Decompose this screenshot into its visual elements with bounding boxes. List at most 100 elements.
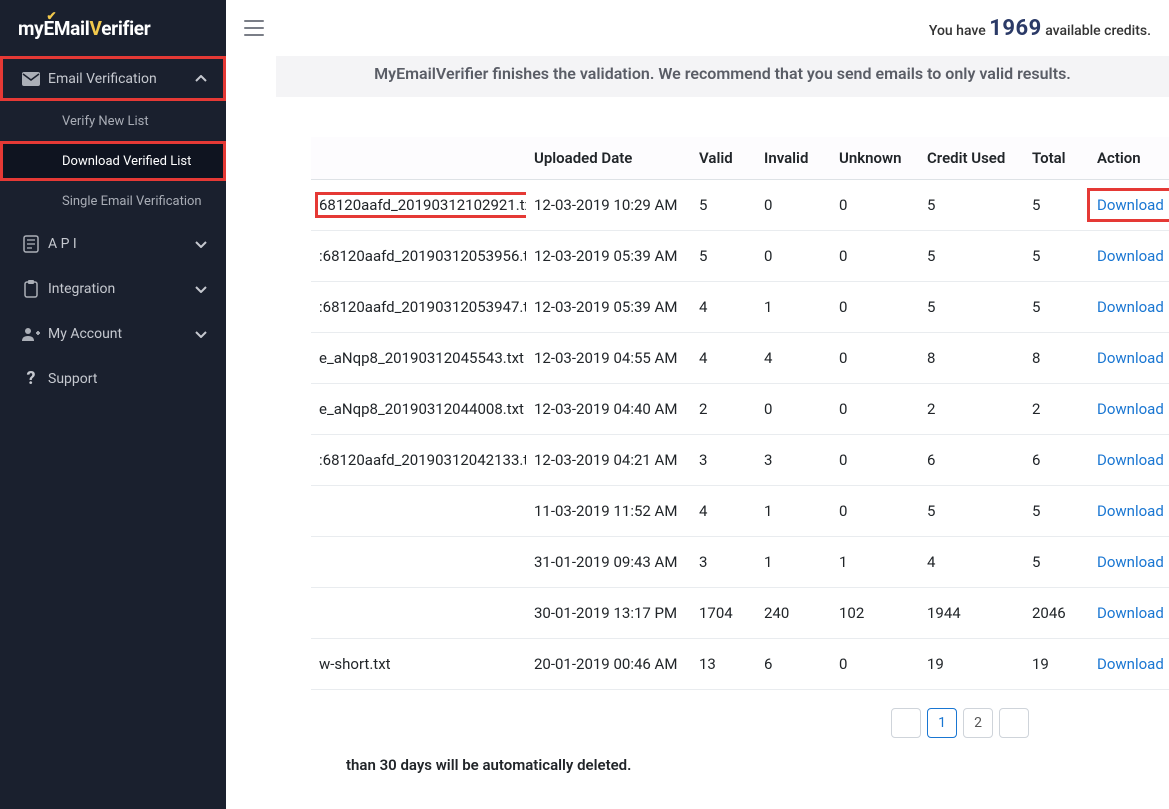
cell-total: 2046 [1024,588,1089,639]
table-row: :68120aafd_20190312053947.txt12-03-2019 … [311,282,1169,333]
cell-credit: 2 [919,384,1024,435]
cell-total: 19 [1024,639,1089,690]
table-row: 11-03-2019 11:52 AM41055Download [311,486,1169,537]
cell-invalid: 6 [756,639,831,690]
download-link[interactable]: Download [1097,553,1164,571]
download-link[interactable]: Download [1097,196,1164,214]
th-unknown: Unknown [831,137,919,180]
chevron-up-icon [190,75,212,83]
cell-total: 6 [1024,435,1089,486]
cell-action: Download [1089,486,1169,537]
cell-valid: 5 [691,231,756,282]
cell-date: 12-03-2019 04:55 AM [526,333,691,384]
cell-date: 12-03-2019 04:40 AM [526,384,691,435]
table-row: :68120aafd_20190312042133.txt12-03-2019 … [311,435,1169,486]
cell-action: Download [1089,537,1169,588]
cell-unknown: 0 [831,435,919,486]
nav-sub-label: Single Email Verification [62,194,202,209]
cell-unknown: 0 [831,282,919,333]
page-next[interactable] [999,708,1029,738]
cell-credit: 8 [919,333,1024,384]
document-icon [14,235,48,253]
credits-prefix: You have [929,23,989,39]
nav-label: Email Verification [48,71,190,87]
cell-date: 11-03-2019 11:52 AM [526,486,691,537]
topbar: You have 1969 available credits. [226,0,1169,56]
cell-valid: 5 [691,180,756,231]
cell-unknown: 0 [831,333,919,384]
cell-invalid: 3 [756,435,831,486]
page-2[interactable]: 2 [963,708,993,738]
table-row: :68120aafd_20190312053956.txt12-03-2019 … [311,231,1169,282]
cell-action: Download [1089,588,1169,639]
cell-date: 12-03-2019 04:21 AM [526,435,691,486]
table-row: 30-01-2019 13:17 PM170424010219442046Dow… [311,588,1169,639]
credits-amount: 1969 [989,16,1042,41]
cell-file: w-short.txt [311,639,526,690]
cell-date: 31-01-2019 09:43 AM [526,537,691,588]
download-link[interactable]: Download [1097,502,1164,520]
th-action: Action [1089,137,1169,180]
cell-file [311,537,526,588]
cell-invalid: 1 [756,486,831,537]
cell-invalid: 0 [756,180,831,231]
cell-invalid: 1 [756,282,831,333]
nav-api[interactable]: A P I [0,221,226,266]
nav-verify-new-list[interactable]: Verify New List [0,101,226,141]
page-prev[interactable] [891,708,921,738]
cell-total: 5 [1024,180,1089,231]
download-link[interactable]: Download [1097,247,1164,265]
cell-unknown: 0 [831,639,919,690]
table-row: 31-01-2019 09:43 AM31145Download [311,537,1169,588]
hamburger-menu[interactable] [244,20,264,36]
cell-date: 30-01-2019 13:17 PM [526,588,691,639]
nav-sub-label: Download Verified List [62,154,191,169]
user-plus-icon [14,327,48,341]
cell-credit: 5 [919,231,1024,282]
cell-total: 2 [1024,384,1089,435]
nav-integration[interactable]: Integration [0,266,226,311]
cell-unknown: 102 [831,588,919,639]
cell-credit: 19 [919,639,1024,690]
download-link[interactable]: Download [1097,400,1164,418]
nav-email-verification[interactable]: Email Verification [0,56,226,101]
cell-credit: 5 [919,282,1024,333]
cell-credit: 4 [919,537,1024,588]
th-invalid: Invalid [756,137,831,180]
table-row: e_aNqp8_20190312045543.txt12-03-2019 04:… [311,333,1169,384]
cell-credit: 5 [919,486,1024,537]
cell-unknown: 0 [831,486,919,537]
cell-unknown: 0 [831,180,919,231]
nav-single-email-verification[interactable]: Single Email Verification [0,181,226,221]
sidebar: myE✔MailVerifier Email Verification Veri… [0,0,226,809]
cell-unknown: 0 [831,384,919,435]
nav-my-account[interactable]: My Account [0,311,226,356]
cell-action: Download [1089,333,1169,384]
cell-total: 8 [1024,333,1089,384]
main-content: You have 1969 available credits. MyEmail… [226,0,1169,809]
cell-invalid: 0 [756,231,831,282]
th-file [311,137,526,180]
cell-unknown: 1 [831,537,919,588]
cell-credit: 1944 [919,588,1024,639]
nav-label: Support [48,371,212,387]
nav-support[interactable]: ? Support [0,356,226,401]
chevron-down-icon [190,240,212,248]
nav-download-verified-list[interactable]: Download Verified List [0,141,226,181]
download-link[interactable]: Download [1097,298,1164,316]
cell-file: e_aNqp8_20190312044008.txt [311,384,526,435]
cell-total: 5 [1024,537,1089,588]
cell-date: 12-03-2019 10:29 AM [526,180,691,231]
page-1[interactable]: 1 [927,708,957,738]
cell-valid: 3 [691,435,756,486]
download-link[interactable]: Download [1097,655,1164,673]
download-link[interactable]: Download [1097,451,1164,469]
cell-action: Download [1089,282,1169,333]
download-link[interactable]: Download [1097,349,1164,367]
mail-icon [14,72,48,86]
cell-unknown: 0 [831,231,919,282]
download-link[interactable]: Download [1097,604,1164,622]
info-banner: MyEmailVerifier finishes the validation.… [276,56,1169,97]
th-valid: Valid [691,137,756,180]
table-row: w-short.txt20-01-2019 00:46 AM13601919Do… [311,639,1169,690]
